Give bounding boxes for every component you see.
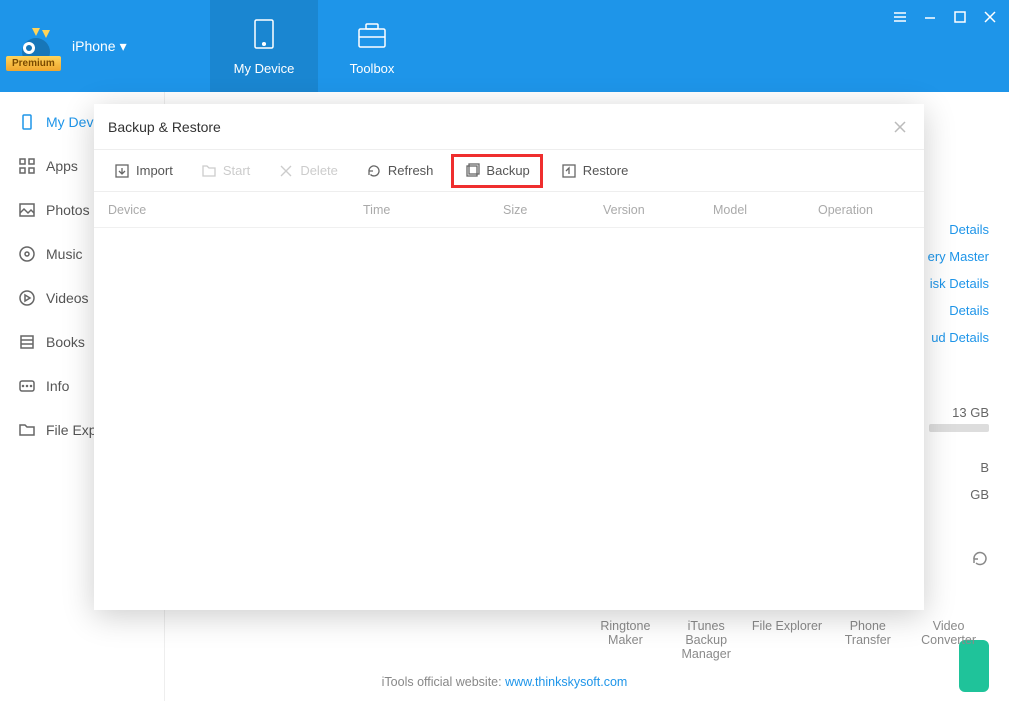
backup-button[interactable]: Backup xyxy=(451,154,542,188)
col-model: Model xyxy=(699,203,804,217)
minimize-button[interactable] xyxy=(919,6,941,28)
menu-button[interactable] xyxy=(889,6,911,28)
sidebar-item-label: Music xyxy=(46,246,83,262)
device-label: iPhone xyxy=(72,38,116,54)
device-selector[interactable]: iPhone ▾ xyxy=(72,38,127,55)
refresh-icon xyxy=(366,163,382,179)
tool-phone-transfer[interactable]: Phone Transfer xyxy=(827,619,908,661)
bottom-tools: Ringtone Maker iTunes Backup Manager Fil… xyxy=(585,619,989,661)
folder-icon xyxy=(201,163,217,179)
delete-button: Delete xyxy=(268,157,348,185)
sidebar-item-label: Info xyxy=(46,378,69,394)
folder-icon xyxy=(18,421,36,439)
backup-label: Backup xyxy=(486,163,529,178)
sidebar-item-label: Books xyxy=(46,334,85,350)
nav-tabs: My Device Toolbox xyxy=(210,0,426,92)
music-icon xyxy=(18,245,36,263)
toolbox-icon xyxy=(351,17,393,53)
tool-itunes-backup-manager[interactable]: iTunes Backup Manager xyxy=(666,619,747,661)
sidebar-item-label: Photos xyxy=(46,202,90,218)
col-device: Device xyxy=(94,203,349,217)
tablet-icon xyxy=(243,17,285,53)
import-icon xyxy=(114,163,130,179)
dialog-close-button[interactable] xyxy=(890,117,910,137)
col-operation: Operation xyxy=(804,203,924,217)
delete-icon xyxy=(278,163,294,179)
backup-restore-dialog: Backup & Restore Import Start Delete Ref… xyxy=(94,104,924,610)
footer-text: iTools official website: xyxy=(382,675,505,689)
start-button: Start xyxy=(191,157,260,185)
refresh-storage-button[interactable] xyxy=(971,550,989,571)
start-label: Start xyxy=(223,163,250,178)
tab-toolbox[interactable]: Toolbox xyxy=(318,0,426,92)
col-size: Size xyxy=(489,203,589,217)
refresh-button[interactable]: Refresh xyxy=(356,157,444,185)
tab-my-device[interactable]: My Device xyxy=(210,0,318,92)
import-label: Import xyxy=(136,163,173,178)
dialog-title: Backup & Restore xyxy=(108,119,221,135)
backup-icon xyxy=(464,163,480,179)
sidebar-item-label: Videos xyxy=(46,290,89,306)
videos-icon xyxy=(18,289,36,307)
tool-video-converter[interactable]: Video Converter xyxy=(908,619,989,661)
brand-area: Premium iPhone ▾ xyxy=(0,0,210,92)
tool-file-explorer[interactable]: File Explorer xyxy=(747,619,828,661)
restore-label: Restore xyxy=(583,163,629,178)
tab-label: Toolbox xyxy=(350,61,395,76)
apps-icon xyxy=(18,157,36,175)
restore-icon xyxy=(561,163,577,179)
delete-label: Delete xyxy=(300,163,338,178)
device-icon xyxy=(18,113,36,131)
chevron-down-icon: ▾ xyxy=(120,38,127,55)
close-button[interactable] xyxy=(979,6,1001,28)
premium-badge: Premium xyxy=(6,56,61,71)
footer-link[interactable]: www.thinkskysoft.com xyxy=(505,675,627,689)
photos-icon xyxy=(18,201,36,219)
storage-bar xyxy=(929,424,989,432)
footer: iTools official website: www.thinkskysof… xyxy=(0,675,1009,689)
import-button[interactable]: Import xyxy=(104,157,183,185)
window-controls xyxy=(889,6,1001,28)
app-header: Premium iPhone ▾ My Device xyxy=(0,0,1009,92)
tool-ringtone-maker[interactable]: Ringtone Maker xyxy=(585,619,666,661)
table-header: Device Time Size Version Model Operation xyxy=(94,192,924,228)
books-icon xyxy=(18,333,36,351)
info-icon xyxy=(18,377,36,395)
dialog-header: Backup & Restore xyxy=(94,104,924,150)
col-version: Version xyxy=(589,203,699,217)
dialog-toolbar: Import Start Delete Refresh Backup Resto… xyxy=(94,150,924,192)
restore-button[interactable]: Restore xyxy=(551,157,639,185)
tab-label: My Device xyxy=(234,61,295,76)
maximize-button[interactable] xyxy=(949,6,971,28)
refresh-label: Refresh xyxy=(388,163,434,178)
sidebar-item-label: Apps xyxy=(46,158,78,174)
col-time: Time xyxy=(349,203,489,217)
